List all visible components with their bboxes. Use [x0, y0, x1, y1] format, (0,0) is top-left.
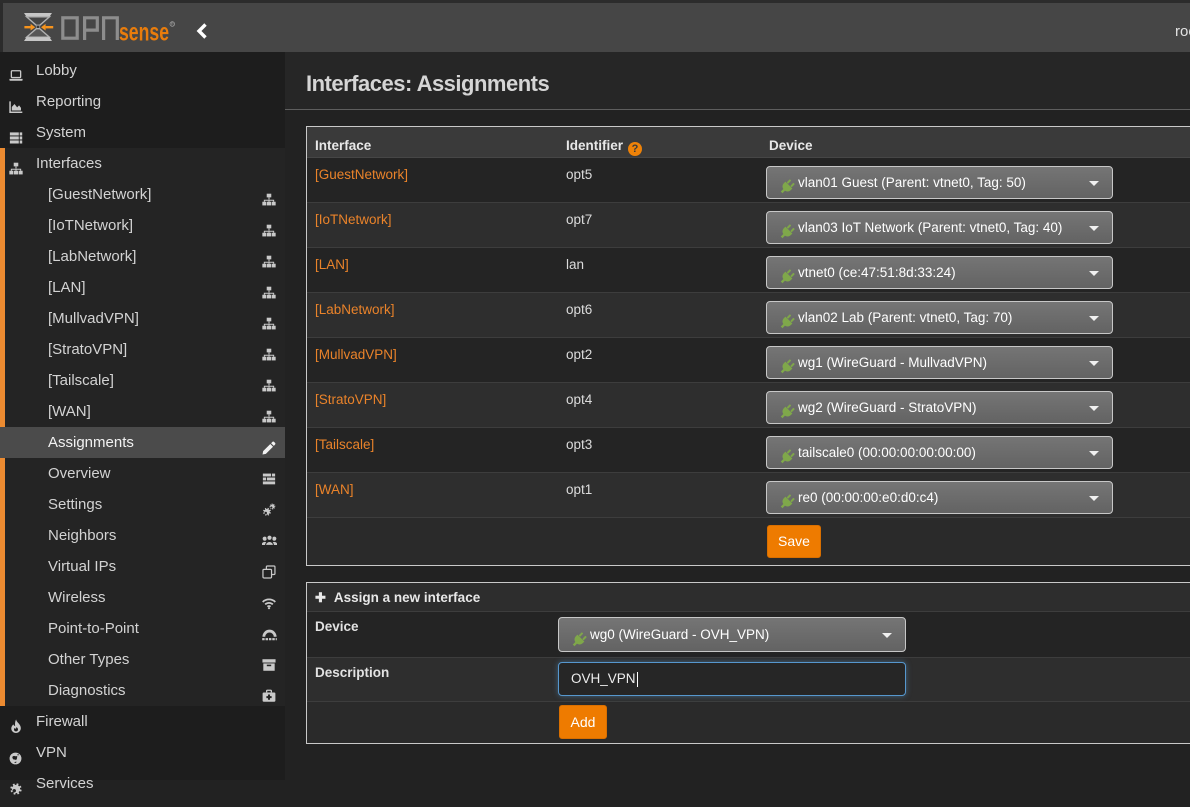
svg-text:sense: sense: [119, 19, 169, 47]
